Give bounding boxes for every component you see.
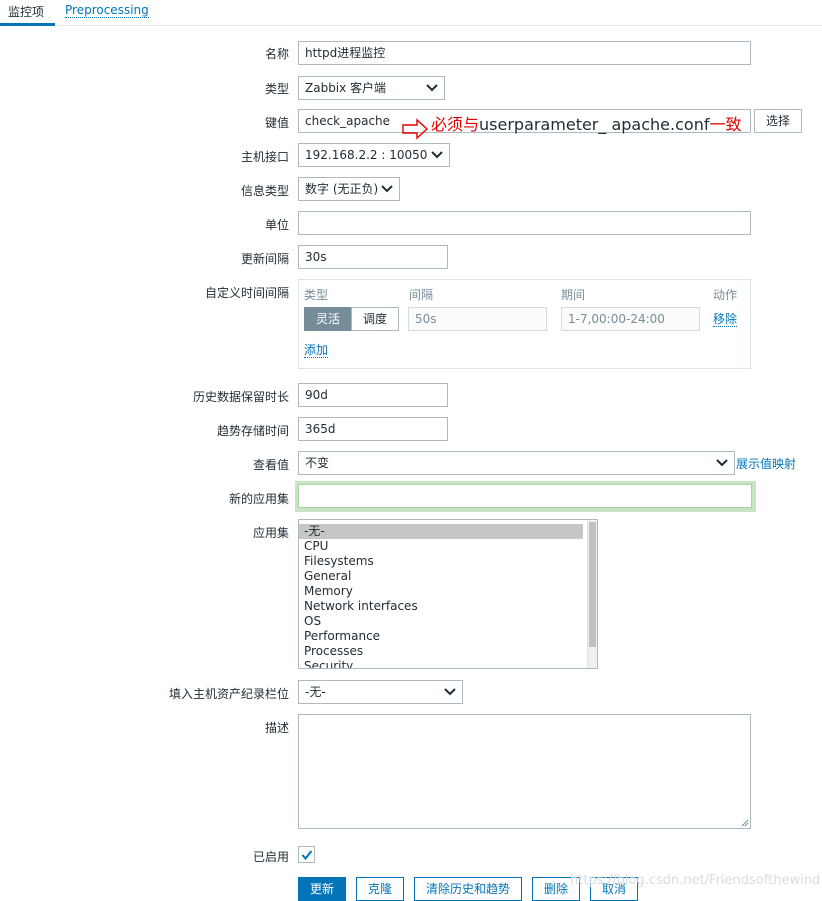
info-type-select[interactable]: 数字 (无正负) [298,177,400,201]
list-item[interactable]: Security [299,659,583,668]
tab-item[interactable]: 监控项 [0,3,55,26]
update-interval-label: 更新间隔 [240,252,289,266]
clear-history-button[interactable]: 清除历史和趋势 [414,877,522,901]
scrollbar-thumb[interactable] [589,522,596,647]
checkmark-icon [301,850,313,861]
custom-intervals-header-period: 期间 [561,288,586,302]
custom-intervals-header-type: 类型 [304,288,329,302]
scheduling-toggle[interactable]: 调度 [351,307,399,331]
chevron-down-icon [716,459,728,467]
inventory-label: 填入主机资产纪录栏位 [168,687,289,701]
list-item[interactable]: Memory [299,584,583,599]
trends-label: 趋势存储时间 [216,424,289,438]
listbox-scrollbar[interactable] [587,520,597,668]
flexible-toggle[interactable]: 灵活 [304,307,352,331]
chevron-down-icon [444,688,456,696]
tab-preprocessing[interactable]: Preprocessing [65,3,149,18]
applications-label: 应用集 [252,526,289,540]
list-item[interactable]: OS [299,614,583,629]
list-item[interactable]: -无- [299,524,583,539]
description-textarea[interactable] [298,714,751,829]
units-input[interactable] [298,211,751,235]
applications-list: -无- CPU Filesystems General Memory Netwo… [299,524,583,668]
host-interface-select[interactable]: 192.168.2.2 : 10050 [298,143,450,167]
key-annotation: 必须与userparameter_ apache.conf一致 [431,111,741,135]
annotation-suffix: 一致 [709,115,742,134]
chevron-down-icon [381,185,393,193]
info-type-label: 信息类型 [240,184,289,198]
list-item[interactable]: Performance [299,629,583,644]
value-mapping-link[interactable]: 展示值映射 [736,457,796,471]
list-item[interactable]: CPU [299,539,583,554]
trends-input[interactable]: 365d [298,417,448,441]
key-select-button[interactable]: 选择 [754,109,802,133]
watermark: https://blog.csdn.net/Friendsofthewind [570,873,821,888]
new-application-input[interactable] [298,484,752,508]
key-label: 键值 [264,116,289,130]
units-label: 单位 [264,218,289,232]
name-label: 名称 [264,47,289,61]
list-item[interactable]: Filesystems [299,554,583,569]
arrow-right-icon [402,118,429,140]
description-label: 描述 [264,721,289,735]
clone-button[interactable]: 克隆 [356,877,404,901]
update-interval-input[interactable]: 30s [298,245,448,269]
annotation-config-file: userparameter_ apache.conf [479,115,710,134]
host-interface-value: 192.168.2.2 : 10050 [305,148,428,162]
new-application-focus-ring [295,481,756,512]
remove-link[interactable]: 移除 [713,312,738,327]
update-button[interactable]: 更新 [298,877,346,901]
resize-grip-icon[interactable] [739,817,749,827]
history-input[interactable]: 90d [298,383,448,407]
interval-input[interactable]: 50s [408,307,547,331]
tab-bar: 监控项 Preprocessing [0,0,822,26]
show-value-value: 不变 [305,456,330,470]
add-link[interactable]: 添加 [304,343,329,358]
type-select[interactable]: Zabbix 客户端 [298,76,445,100]
custom-intervals-header-interval: 间隔 [409,288,434,302]
inventory-select[interactable]: -无- [298,680,463,704]
name-input[interactable]: httpd进程监控 [298,41,751,65]
chevron-down-icon [431,151,443,159]
list-item[interactable]: Processes [299,644,583,659]
custom-intervals-header-action: 动作 [713,288,738,302]
show-value-select[interactable]: 不变 [298,451,735,475]
history-label: 历史数据保留时长 [192,390,289,404]
new-application-label: 新的应用集 [228,492,289,506]
custom-intervals-label: 自定义时间间隔 [204,286,289,300]
enabled-checkbox[interactable] [298,846,315,863]
annotation-prefix: 必须与 [431,115,480,134]
type-label: 类型 [264,82,289,96]
inventory-value: -无- [305,685,326,699]
period-input[interactable]: 1-7,00:00-24:00 [561,307,700,331]
chevron-down-icon [426,84,438,92]
list-item[interactable]: Network interfaces [299,599,583,614]
custom-intervals-table: 类型 间隔 期间 动作 灵活 调度 50s 1-7,00:00-24:00 移除… [298,279,751,369]
info-type-value: 数字 (无正负) [305,182,379,196]
type-select-value: Zabbix 客户端 [305,81,387,95]
show-value-label: 查看值 [252,458,289,472]
enabled-label: 已启用 [252,850,289,864]
host-interface-label: 主机接口 [240,150,289,164]
list-item[interactable]: General [299,569,583,584]
applications-listbox[interactable]: -无- CPU Filesystems General Memory Netwo… [298,519,598,669]
